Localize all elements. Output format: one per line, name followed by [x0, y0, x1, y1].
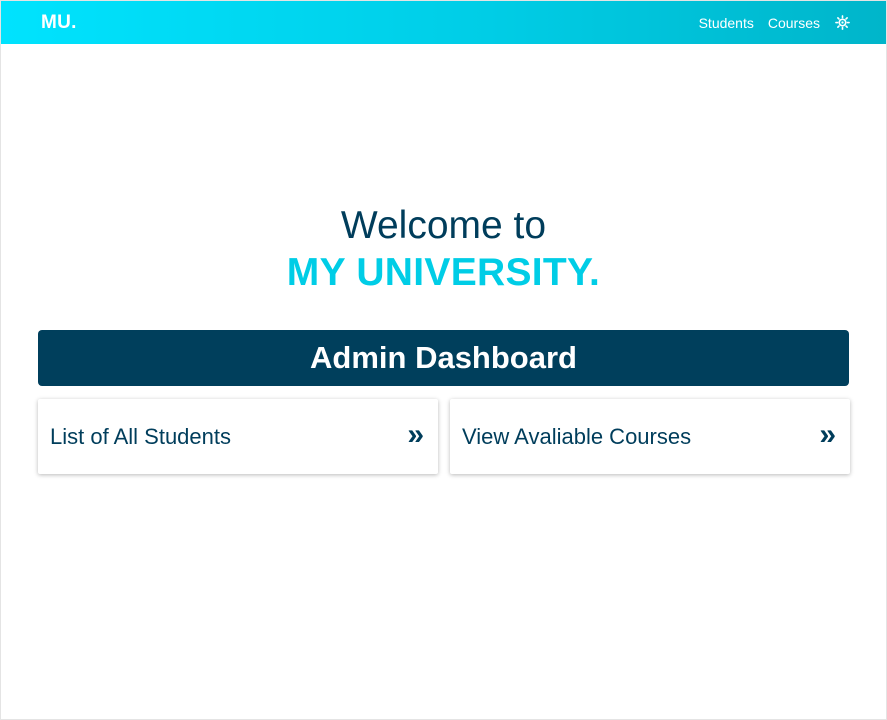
double-chevron-right-icon: » [407, 417, 424, 451]
sun-icon-svg [834, 15, 850, 30]
brand-logo[interactable]: MU. [41, 12, 77, 34]
nav-link-courses[interactable]: Courses [768, 15, 820, 31]
hero-welcome: Welcome to [340, 204, 547, 247]
nav-links: Students Courses [699, 1, 850, 44]
sun-icon[interactable] [834, 15, 850, 31]
courses-card[interactable]: View Avaliable Courses » [450, 399, 850, 474]
students-list-label: List of All Students [50, 423, 231, 449]
navbar: MU. Students Courses [1, 1, 886, 44]
double-chevron-right-icon: » [819, 417, 836, 451]
hero-university-name: MY UNIVERSITY. [286, 251, 601, 294]
courses-label: View Avaliable Courses [462, 423, 692, 449]
nav-link-students[interactable]: Students [699, 15, 754, 31]
hero: Welcome to MY UNIVERSITY. [1, 203, 886, 297]
students-list-card[interactable]: List of All Students » [38, 399, 438, 474]
admin-dashboard-banner: Admin Dashboard [38, 330, 849, 386]
page: MU. Students Courses Welcome to MY UNIVE… [0, 0, 887, 720]
